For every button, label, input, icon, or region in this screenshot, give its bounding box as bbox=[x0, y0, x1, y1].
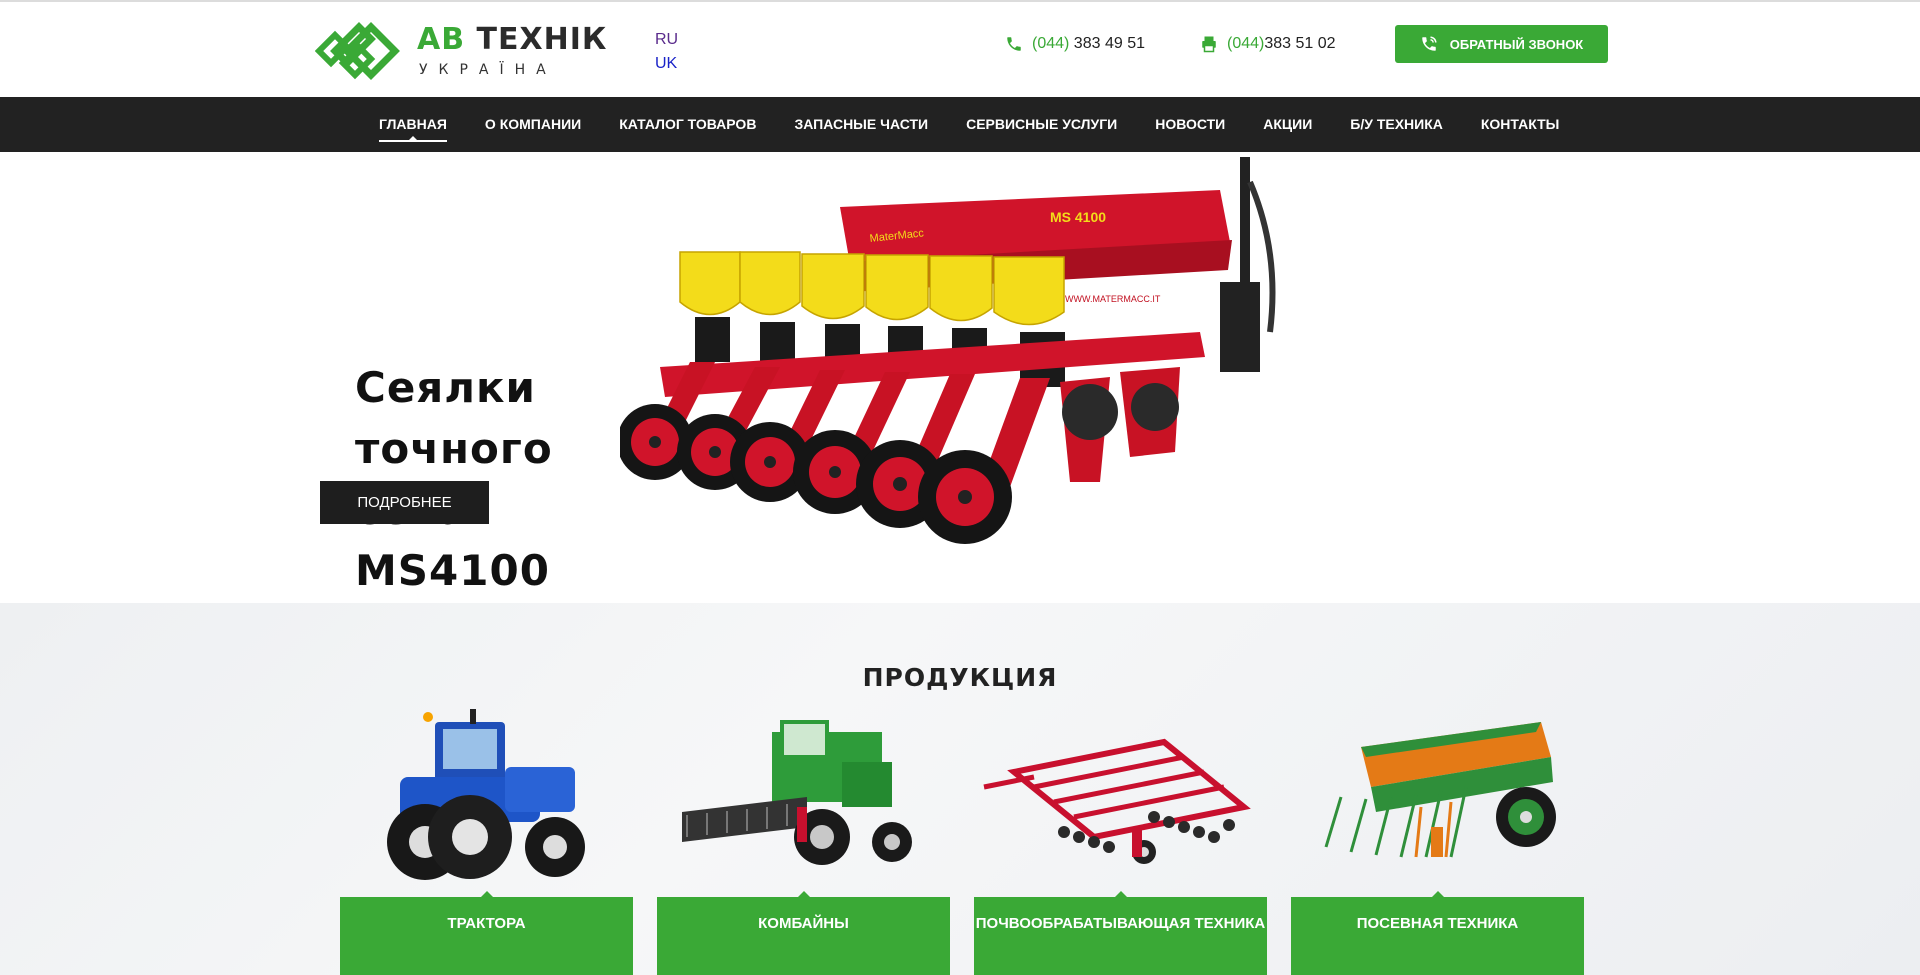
phone-number-2[interactable]: (044)383 51 02 bbox=[1200, 35, 1336, 53]
callback-button[interactable]: ОБРАТНЫЙ ЗВОНОК bbox=[1395, 25, 1608, 63]
site-logo[interactable]: АВ ТЕХНІК УКРАЇНА bbox=[315, 18, 606, 84]
nav-item-promotions[interactable]: АКЦИИ bbox=[1263, 97, 1312, 152]
nav-item-about[interactable]: О КОМПАНИИ bbox=[485, 97, 581, 152]
hero-title-line: Сеялки bbox=[355, 363, 536, 412]
hero-title-line: точного bbox=[355, 424, 553, 473]
products-title: ПРОДУКЦИЯ bbox=[862, 663, 1058, 692]
product-card-combines[interactable]: КОМБАЙНЫ bbox=[657, 707, 950, 975]
combine-image bbox=[682, 720, 912, 865]
lang-uk-link[interactable]: UK bbox=[655, 52, 678, 76]
image-label-model: MS 4100 bbox=[1050, 209, 1106, 225]
product-card-label: ТРАКТОРА bbox=[340, 891, 633, 975]
lang-ru-link[interactable]: RU bbox=[655, 28, 678, 52]
product-card-tractors[interactable]: ТРАКТОРА bbox=[340, 707, 633, 975]
product-card-tillage[interactable]: ПОЧВООБРАБАТЫВАЮЩАЯ ТЕХНИКА bbox=[974, 707, 1267, 975]
nav-item-news[interactable]: НОВОСТИ bbox=[1155, 97, 1225, 152]
product-card-label: ПОЧВООБРАБАТЫВАЮЩАЯ ТЕХНИКА bbox=[974, 891, 1267, 975]
tractor-image bbox=[387, 709, 585, 880]
nav-item-contacts[interactable]: КОНТАКТЫ bbox=[1481, 97, 1559, 152]
nav-item-used-equipment[interactable]: Б/У ТЕХНИКА bbox=[1350, 97, 1443, 152]
seeder-image: MS 4100 MaterMacc WWW.MATERMACC.IT bbox=[620, 157, 1276, 544]
product-cards: ТРАКТОРА КОМБАЙНЫ ПОЧВООБРАБАТЫВАЮЩАЯ ТЕ… bbox=[340, 707, 1584, 975]
phone-icon bbox=[1007, 37, 1021, 51]
main-nav: ГЛАВНАЯ О КОМПАНИИ КАТАЛОГ ТОВАРОВ ЗАПАС… bbox=[0, 97, 1920, 152]
product-card-label: КОМБАЙНЫ bbox=[657, 891, 950, 975]
logo-subtitle: УКРАЇНА bbox=[419, 62, 557, 78]
product-card-seeding[interactable]: ПОСЕВНАЯ ТЕХНИКА bbox=[1291, 707, 1584, 975]
hero-slider: MS 4100 MaterMacc WWW.MATERMACC.IT Сеялк… bbox=[0, 152, 1920, 603]
fax-icon bbox=[1202, 36, 1216, 53]
nav-item-spare-parts[interactable]: ЗАПАСНЫЕ ЧАСТИ bbox=[794, 97, 928, 152]
products-section: ПРОДУКЦИЯ ТРАКТОРА КОМБАЙНЫ ПОЧВООБРАБАТ… bbox=[0, 603, 1920, 975]
logo-wordmark: АВ ТЕХНІК bbox=[417, 22, 608, 57]
seed-drill-image bbox=[1324, 722, 1556, 858]
nav-item-catalog[interactable]: КАТАЛОГ ТОВАРОВ bbox=[619, 97, 756, 152]
image-label-url: WWW.MATERMACC.IT bbox=[1065, 294, 1161, 304]
nav-item-home[interactable]: ГЛАВНАЯ bbox=[379, 97, 447, 152]
nav-item-services[interactable]: СЕРВИСНЫЕ УСЛУГИ bbox=[966, 97, 1117, 152]
tillage-image bbox=[983, 738, 1251, 864]
hero-title: Сеялки точного сева MS4100 bbox=[355, 357, 615, 601]
hero-title-line: MS4100 bbox=[355, 546, 550, 595]
phone-callback-icon bbox=[1422, 36, 1437, 51]
product-card-label: ПОСЕВНАЯ ТЕХНИКА bbox=[1291, 891, 1584, 975]
logo-mark-icon bbox=[315, 22, 400, 80]
language-switcher: RU UK bbox=[655, 28, 678, 76]
phone-number-1[interactable]: (044) 383 49 51 bbox=[1005, 35, 1145, 53]
site-header: АВ ТЕХНІК УКРАЇНА RU UK (044) 383 49 51 … bbox=[0, 2, 1920, 97]
hero-more-button[interactable]: ПОДРОБНЕЕ bbox=[320, 481, 489, 524]
